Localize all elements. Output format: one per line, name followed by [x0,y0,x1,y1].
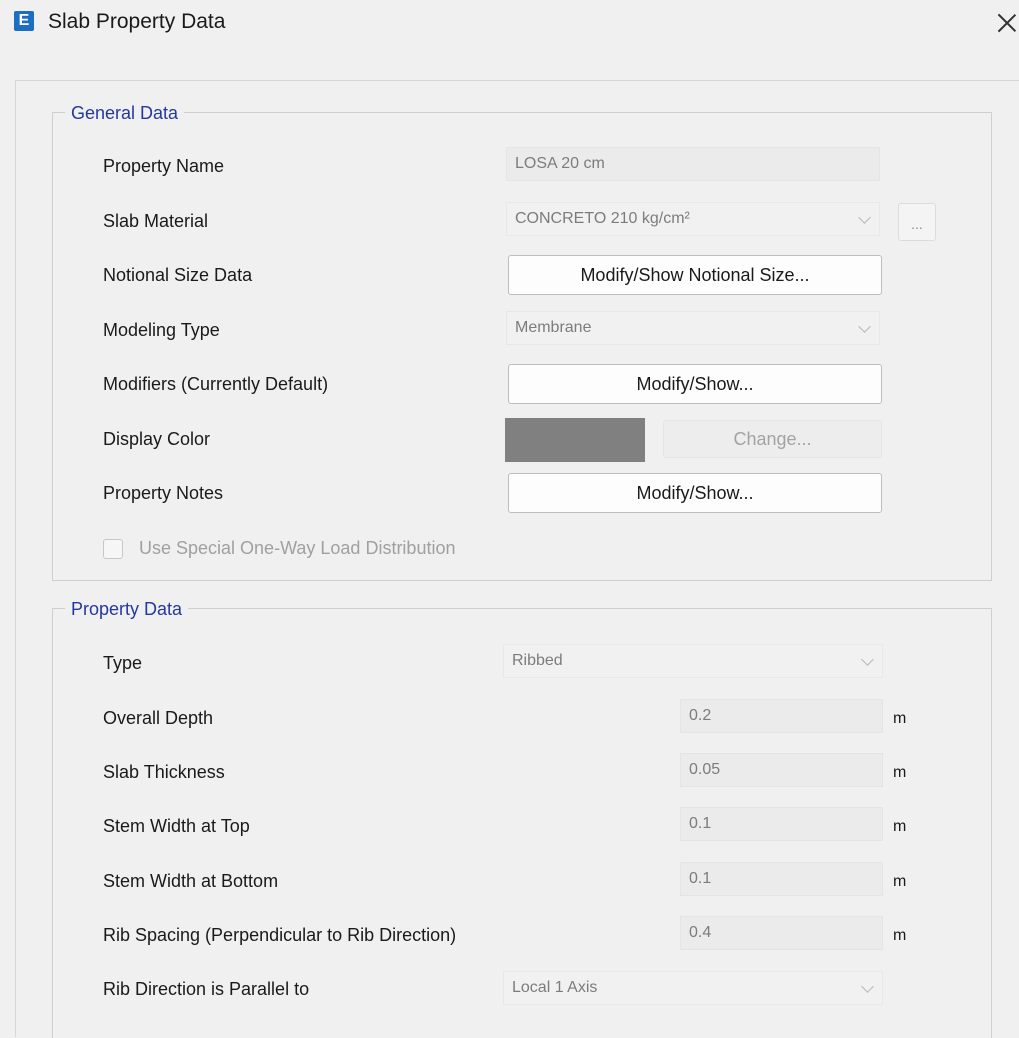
rib-spacing-unit: m [893,927,907,944]
dialog-body: General Data Property Name LOSA 20 cm Sl… [15,80,1019,1038]
notional-size-label: Notional Size Data [103,265,253,285]
property-notes-label: Property Notes [103,483,224,503]
property-name-field[interactable]: LOSA 20 cm [506,147,880,181]
stem-width-top-unit: m [893,818,907,835]
stem-width-top-field[interactable]: 0.1 [680,807,883,841]
type-value: Ribbed [512,652,563,669]
stem-width-bottom-field[interactable]: 0.1 [680,862,883,896]
chevron-down-icon [861,980,874,993]
property-name-label: Property Name [103,156,225,176]
display-color-label: Display Color [103,429,211,449]
type-label: Type [103,653,143,673]
one-way-load-checkbox[interactable] [103,539,123,559]
one-way-load-label: Use Special One-Way Load Distribution [139,538,456,558]
rib-spacing-field[interactable]: 0.4 [680,916,883,950]
type-dropdown[interactable]: Ribbed [503,644,883,678]
modeling-type-value: Membrane [515,319,592,336]
stem-width-top-label: Stem Width at Top [103,816,250,836]
app-icon: E [14,11,34,31]
title-bar: E Slab Property Data [0,0,1019,48]
slab-thickness-unit: m [893,764,907,781]
property-data-group: Property Data Type Ribbed Overall Depth … [52,598,992,1038]
slab-material-more-button[interactable]: ... [898,203,936,241]
modifiers-label: Modifiers (Currently Default) [103,374,329,394]
stem-width-bottom-unit: m [893,873,907,890]
change-color-button[interactable]: Change... [663,420,882,458]
general-data-title: General Data [65,102,185,124]
stem-width-bottom-label: Stem Width at Bottom [103,871,279,891]
chevron-down-icon [858,211,871,224]
general-data-group: General Data Property Name LOSA 20 cm Sl… [52,102,992,581]
modeling-type-label: Modeling Type [103,320,220,340]
slab-material-value: CONCRETO 210 kg/cm² [515,210,690,227]
chevron-down-icon [858,320,871,333]
property-notes-button[interactable]: Modify/Show... [508,473,882,513]
slab-thickness-field[interactable]: 0.05 [680,753,883,787]
slab-thickness-label: Slab Thickness [103,762,225,782]
overall-depth-unit: m [893,710,907,727]
property-data-title: Property Data [65,598,189,620]
slab-material-dropdown[interactable]: CONCRETO 210 kg/cm² [506,202,880,236]
modeling-type-dropdown[interactable]: Membrane [506,311,880,345]
window-title: Slab Property Data [48,10,226,33]
modifiers-button[interactable]: Modify/Show... [508,364,882,404]
close-icon[interactable] [996,12,1018,34]
rib-direction-label: Rib Direction is Parallel to [103,979,310,999]
chevron-down-icon [861,653,874,666]
display-color-swatch [505,418,645,462]
slab-material-label: Slab Material [103,211,209,231]
notional-size-button[interactable]: Modify/Show Notional Size... [508,255,882,295]
overall-depth-field[interactable]: 0.2 [680,699,883,733]
rib-direction-value: Local 1 Axis [512,979,598,996]
rib-direction-dropdown[interactable]: Local 1 Axis [503,971,883,1005]
rib-spacing-label: Rib Spacing (Perpendicular to Rib Direct… [103,925,457,945]
overall-depth-label: Overall Depth [103,708,214,728]
